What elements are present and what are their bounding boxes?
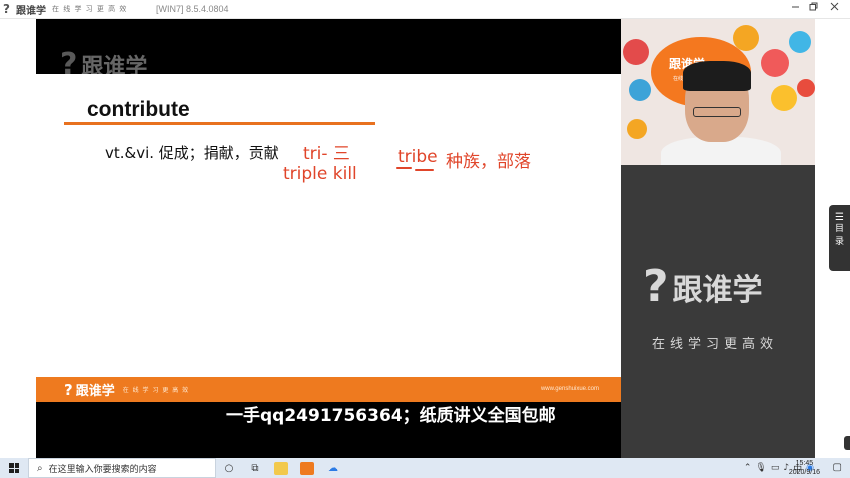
footer-slogan: 在 线 学 习 更 高 效 bbox=[122, 387, 190, 394]
close-button[interactable] bbox=[823, 2, 845, 16]
close-icon bbox=[830, 2, 838, 11]
side-panel-slogan: 在线学习更高效 bbox=[652, 337, 779, 352]
decor-bubble bbox=[761, 49, 789, 77]
clock[interactable]: 15:45 2020/9/16 bbox=[789, 459, 820, 477]
title-underline bbox=[64, 122, 375, 125]
decor-bubble bbox=[629, 79, 651, 101]
video-subtitle: 一手qq2491756364；纸质讲义全国包邮 bbox=[226, 406, 556, 426]
toc-label-1: 目 bbox=[834, 224, 844, 234]
toc-button[interactable]: ☰ 目 录 bbox=[829, 205, 850, 271]
restore-button[interactable] bbox=[802, 2, 824, 16]
toc-label-2: 录 bbox=[834, 237, 844, 247]
taskbar: ⌕ 在这里输入你要搜索的内容 ○ ⧉ ☁ ⌃ 🎙 ▭ ♪ 中 ◉ 15:45 2… bbox=[0, 458, 850, 478]
annotation-prefix: tri- 三 bbox=[303, 144, 350, 164]
app-brand: 跟谁学 bbox=[16, 5, 46, 17]
task-view-icon: ⧉ bbox=[251, 462, 259, 474]
vocab-definition: vt.&vi. 促成；捐献，贡献 bbox=[105, 144, 279, 162]
side-panel-brand: 跟谁学 bbox=[672, 273, 763, 308]
annotation-tribe: tribe bbox=[398, 147, 438, 167]
cortana-icon: ○ bbox=[224, 462, 234, 474]
windows-logo-icon bbox=[9, 463, 19, 473]
slide-content: contribute vt.&vi. 促成；捐献，贡献 tri- 三 tripl… bbox=[36, 74, 621, 377]
task-view-button[interactable]: ⧉ bbox=[242, 458, 268, 478]
search-placeholder: 在这里输入你要搜索的内容 bbox=[48, 464, 157, 475]
decor-bubble bbox=[771, 85, 797, 111]
footer-brand: 跟谁学 bbox=[75, 384, 115, 399]
footer-url: www.genshuixue.com bbox=[540, 386, 599, 392]
side-panel: ? 跟谁学 在线学习更高效 bbox=[621, 165, 815, 458]
side-panel-logo: ? 跟谁学 bbox=[643, 265, 763, 309]
decor-bubble bbox=[623, 39, 649, 65]
teacher-glasses bbox=[693, 107, 741, 117]
version-label: [WIN7] 8.5.4.0804 bbox=[156, 4, 229, 14]
start-button[interactable] bbox=[0, 458, 28, 478]
app-window: ? 跟谁学 在 线 学 习 更 高 效 [WIN7] 8.5.4.0804 ? … bbox=[0, 0, 850, 478]
side-logo-icon: ? bbox=[643, 261, 669, 312]
lesson-video[interactable]: ? 跟谁学 contribute vt.&vi. 促成；捐献，贡献 tri- 三… bbox=[36, 19, 621, 458]
pinned-app-button[interactable]: ☁ bbox=[320, 458, 346, 478]
app-slogan: 在 线 学 习 更 高 效 bbox=[52, 5, 128, 13]
show-hidden-icons[interactable]: ⌃ bbox=[744, 463, 752, 473]
clock-date: 2020/9/16 bbox=[788, 469, 820, 476]
vocab-word: contribute bbox=[87, 98, 190, 121]
minimize-icon bbox=[791, 6, 799, 8]
annotation-underline bbox=[396, 167, 412, 169]
restore-icon bbox=[809, 2, 817, 11]
app-icon bbox=[300, 461, 314, 475]
annotation-example: triple kill bbox=[283, 164, 357, 184]
annotation-underline bbox=[415, 169, 434, 171]
annotation-tribe-meaning: 种族，部落 bbox=[446, 152, 531, 172]
folder-icon bbox=[274, 461, 288, 475]
decor-bubble bbox=[789, 31, 811, 53]
notification-icon[interactable]: ▢ bbox=[833, 462, 842, 473]
slide-footer: ? 跟谁学 在 线 学 习 更 高 效 www.genshuixue.com bbox=[36, 377, 621, 402]
list-icon: ☰ bbox=[835, 212, 844, 223]
search-icon: ⌕ bbox=[37, 462, 43, 474]
title-bar: ? 跟谁学 在 线 学 习 更 高 效 [WIN7] 8.5.4.0804 bbox=[0, 0, 850, 19]
app-logo: ? 跟谁学 在 线 学 习 更 高 效 bbox=[3, 2, 127, 17]
clock-time: 15:45 bbox=[795, 460, 814, 467]
taskbar-search[interactable]: ⌕ 在这里输入你要搜索的内容 bbox=[28, 458, 216, 478]
file-explorer-button[interactable] bbox=[268, 458, 294, 478]
teacher-camera[interactable]: 跟谁学 在线学习更高效 bbox=[621, 19, 815, 165]
teacher-hair bbox=[683, 61, 751, 91]
genshuixue-app-button[interactable] bbox=[294, 458, 320, 478]
footer-logo-icon: ? bbox=[64, 380, 73, 399]
decor-bubble bbox=[627, 119, 647, 139]
cortana-button[interactable]: ○ bbox=[216, 458, 242, 478]
side-handle[interactable] bbox=[844, 436, 850, 450]
question-mark-logo-icon: ? bbox=[3, 1, 10, 16]
decor-bubble bbox=[797, 79, 815, 97]
network-icon[interactable]: ▭ bbox=[771, 463, 780, 473]
microphone-icon[interactable]: 🎙 bbox=[755, 463, 766, 473]
cloud-app-icon: ☁ bbox=[328, 462, 338, 474]
